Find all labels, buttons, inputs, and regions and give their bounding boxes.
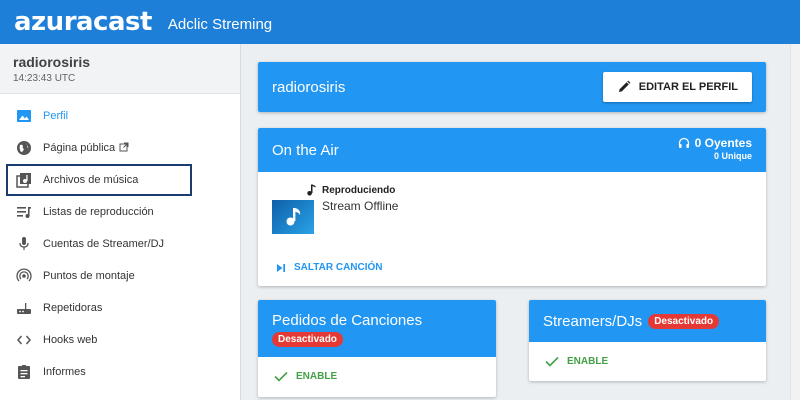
image-icon <box>15 107 33 125</box>
mic-icon <box>15 235 33 253</box>
sidebar-item-pagina-publica[interactable]: Página pública <box>0 132 240 164</box>
sidebar-item-cuentas-streamer[interactable]: Cuentas de Streamer/DJ <box>0 228 240 260</box>
broadcast-icon <box>15 267 33 285</box>
listeners-info: 0 Oyentes 0 Unique <box>678 136 752 161</box>
check-icon <box>545 356 559 367</box>
skip-song-label: SALTAR CANCIÓN <box>294 262 383 273</box>
streamers-djs-card: Streamers/DJs Desactivado ENABLE <box>529 300 766 381</box>
on-air-header: On the Air 0 Oyentes 0 Unique <box>258 128 766 172</box>
sidebar-station-name: radiorosiris <box>13 54 91 70</box>
skip-song-button[interactable]: SALTAR CANCIÓN <box>276 262 383 273</box>
on-air-card: On the Air 0 Oyentes 0 Unique Reproducie… <box>258 128 766 286</box>
headphones-icon <box>678 137 690 149</box>
sidebar-station-time: 14:23:43 UTC <box>13 73 76 84</box>
enable-requests-label: ENABLE <box>296 370 338 382</box>
check-icon <box>274 371 288 382</box>
sidebar-item-puntos-montaje[interactable]: Puntos de montaje <box>0 260 240 292</box>
sidebar-item-label: Página pública <box>43 142 116 154</box>
edit-profile-label: EDITAR EL PERFIL <box>638 81 738 93</box>
unique-listeners: 0 Unique <box>713 151 752 161</box>
external-link-icon <box>119 142 129 155</box>
pencil-icon <box>617 80 631 94</box>
sidebar-item-label: Informes <box>43 366 86 378</box>
music-library-icon <box>15 171 33 189</box>
now-playing-text: Reproduciendo <box>322 184 396 196</box>
song-requests-header: Pedidos de Canciones Desactivado <box>258 300 496 357</box>
enable-djs-label: ENABLE <box>567 355 609 367</box>
sidebar: radiorosiris 14:23:43 UTC Perfil Página … <box>0 44 241 400</box>
azuracast-logo[interactable]: azuracast <box>14 9 152 35</box>
sidebar-item-repetidoras[interactable]: Repetidoras <box>0 292 240 324</box>
edit-profile-button[interactable]: EDITAR EL PERFIL <box>602 72 752 102</box>
listeners-count-text: 0 Oyentes <box>694 136 752 150</box>
sidebar-item-label: Perfil <box>43 110 69 122</box>
enable-requests-button[interactable]: ENABLE <box>258 357 496 395</box>
sidebar-item-archivos-musica[interactable]: Archivos de música <box>6 164 192 196</box>
djs-status-badge: Desactivado <box>648 313 720 329</box>
sidebar-item-label: Hooks web <box>43 334 98 346</box>
station-title: Adclic Streming <box>167 15 273 33</box>
listeners-count: 0 Oyentes <box>678 136 752 150</box>
profile-card: radiorosiris EDITAR EL PERFIL <box>258 62 766 112</box>
sidebar-nav: Perfil Página pública Archivos de música… <box>0 94 240 388</box>
song-requests-card: Pedidos de Canciones Desactivado ENABLE <box>258 300 496 397</box>
stream-status: Stream Offline <box>322 199 399 213</box>
sidebar-item-hooks-web[interactable]: Hooks web <box>0 324 240 356</box>
sidebar-item-label: Repetidoras <box>43 302 103 314</box>
sidebar-item-label: Listas de reproducción <box>43 206 154 218</box>
enable-djs-button[interactable]: ENABLE <box>529 342 766 380</box>
skip-next-icon <box>276 263 286 273</box>
sidebar-item-listas-reproduccion[interactable]: Listas de reproducción <box>0 196 240 228</box>
globe-icon <box>15 139 33 157</box>
streamers-djs-title: Streamers/DJs <box>543 312 643 330</box>
music-note-icon <box>306 184 316 196</box>
sidebar-item-informes[interactable]: Informes <box>0 356 240 388</box>
streamers-djs-header: Streamers/DJs Desactivado <box>529 300 766 342</box>
top-bar: azuracast Adclic Streming <box>0 0 800 44</box>
sidebar-station-header: radiorosiris 14:23:43 UTC <box>0 44 240 94</box>
album-art <box>272 200 314 234</box>
profile-title: radiorosiris <box>272 78 346 96</box>
code-icon <box>15 331 33 349</box>
profile-card-header: radiorosiris EDITAR EL PERFIL <box>258 62 766 112</box>
sidebar-item-label: Puntos de montaje <box>43 270 135 282</box>
sidebar-item-label: Archivos de música <box>43 174 139 186</box>
sidebar-item-label: Cuentas de Streamer/DJ <box>43 238 165 250</box>
page-scrollbar[interactable] <box>790 44 800 400</box>
router-icon <box>15 299 33 317</box>
on-air-body: Reproduciendo Stream Offline SALTAR CANC… <box>258 172 766 286</box>
song-requests-title: Pedidos de Canciones <box>272 312 423 329</box>
assignment-icon <box>15 363 33 381</box>
now-playing-label: Reproduciendo <box>306 184 395 196</box>
on-air-title: On the Air <box>272 141 339 159</box>
requests-status-badge: Desactivado <box>272 332 343 347</box>
queue-music-icon <box>15 203 33 221</box>
album-art-note-icon <box>286 208 301 226</box>
sidebar-item-perfil[interactable]: Perfil <box>0 100 240 132</box>
